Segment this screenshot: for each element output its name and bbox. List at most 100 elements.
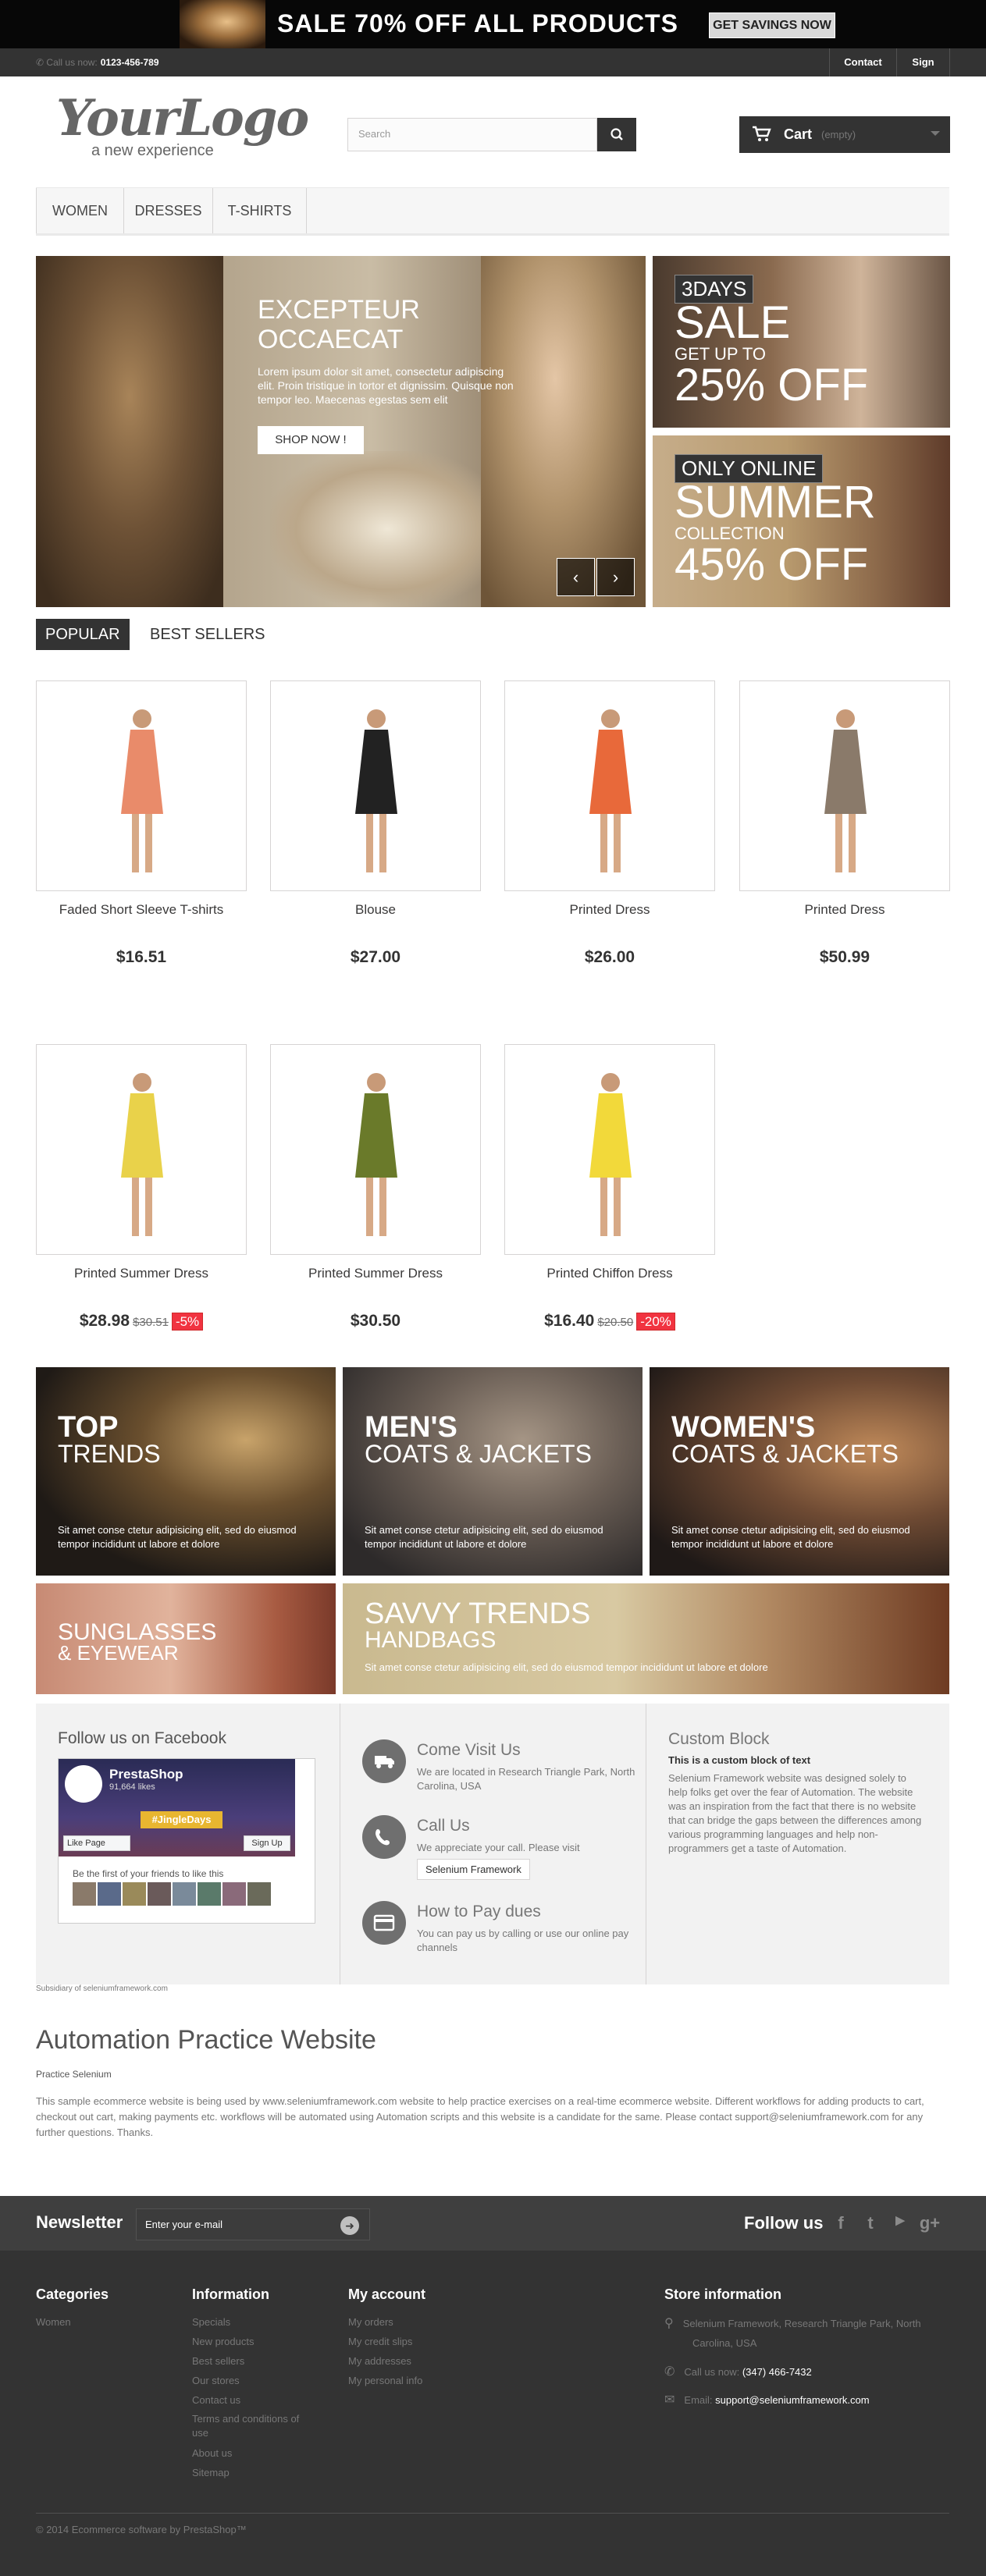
sign-in-link[interactable]: Sign in bbox=[896, 48, 950, 96]
banner-sunglasses[interactable]: SUNGLASSES & EYEWEAR bbox=[36, 1583, 336, 1694]
about-title: Automation Practice Website bbox=[36, 2025, 376, 2055]
promo-banner[interactable]: SALE 70% OFF ALL PRODUCTS GET SAVINGS NO… bbox=[0, 0, 986, 48]
cms-text: We appreciate your call. Please visit bbox=[417, 1842, 580, 1853]
cart-button[interactable]: Cart (empty) bbox=[739, 116, 950, 153]
product-tabs: POPULAR BEST SELLERS bbox=[36, 619, 949, 650]
side-banner-big: SALE bbox=[675, 297, 791, 348]
banner-desc: Sit amet conse ctetur adipisicing elit, … bbox=[365, 1524, 603, 1550]
cart-state: (empty) bbox=[821, 129, 856, 140]
product-name[interactable]: Faded Short Sleeve T-shirts bbox=[36, 902, 247, 918]
get-savings-button[interactable]: GET SAVINGS NOW bbox=[709, 12, 835, 38]
footer-link[interactable]: My credit slips bbox=[348, 2332, 425, 2351]
banner-top-trends[interactable]: TOP TRENDS Sit amet conse ctetur adipisi… bbox=[36, 1367, 336, 1576]
footer-link[interactable]: My personal info bbox=[348, 2371, 425, 2390]
arrow-right-icon: ➜ bbox=[345, 2219, 354, 2232]
newsletter-submit-button[interactable]: ➜ bbox=[340, 2216, 359, 2235]
copyright: © 2014 Ecommerce software by PrestaShop™ bbox=[36, 2524, 247, 2535]
twitter-icon[interactable]: t bbox=[860, 2213, 881, 2235]
search-input[interactable]: Search bbox=[347, 118, 597, 151]
footer-link[interactable]: About us bbox=[192, 2443, 333, 2463]
facebook-page-name: PrestaShop bbox=[109, 1767, 183, 1782]
site-logo[interactable]: YourLogo a new experience bbox=[56, 94, 309, 162]
banner-handbags[interactable]: SAVVY TRENDS HANDBAGS Sit amet conse cte… bbox=[343, 1583, 949, 1694]
tab-best-sellers[interactable]: BEST SELLERS bbox=[141, 619, 274, 650]
shop-now-button[interactable]: SHOP NOW ! bbox=[258, 426, 364, 454]
slider-prev-button[interactable]: ‹ bbox=[557, 558, 595, 596]
friend-avatar bbox=[198, 1882, 221, 1906]
menu-item-dresses[interactable]: DRESSES bbox=[124, 188, 213, 233]
phone-icon bbox=[362, 1815, 406, 1859]
footer-link-women[interactable]: Women bbox=[36, 2312, 109, 2332]
product-image[interactable] bbox=[739, 680, 950, 891]
banner-womens-coats[interactable]: WOMEN'S COATS & JACKETS Sit amet conse c… bbox=[650, 1367, 949, 1576]
product-image[interactable] bbox=[36, 680, 247, 891]
product-old-price: $20.50 bbox=[597, 1316, 634, 1329]
phone-icon: ✆ bbox=[36, 57, 44, 68]
store-email-link[interactable]: support@seleniumframework.com bbox=[715, 2394, 869, 2406]
side-banner-sale[interactable]: 3DAYS SALE GET UP TO 25% OFF bbox=[653, 256, 950, 428]
slider-next-button[interactable]: › bbox=[596, 558, 635, 596]
product-image[interactable] bbox=[270, 680, 481, 891]
friend-avatar bbox=[123, 1882, 146, 1906]
slider-heading: EXCEPTEUR OCCAECAT bbox=[258, 295, 420, 354]
footer-heading: Information bbox=[192, 2286, 269, 2302]
menu-item-women[interactable]: WOMEN bbox=[36, 188, 124, 233]
google-plus-icon[interactable]: g+ bbox=[919, 2213, 941, 2235]
product-name[interactable]: Printed Summer Dress bbox=[36, 1266, 247, 1281]
footer-link[interactable]: New products bbox=[192, 2332, 333, 2351]
menu-item-tshirts[interactable]: T-SHIRTS bbox=[213, 188, 307, 233]
footer-link[interactable]: Terms and conditions of bbox=[192, 2410, 333, 2426]
product-image[interactable] bbox=[504, 680, 715, 891]
footer-link[interactable]: Sitemap bbox=[192, 2463, 333, 2482]
tab-popular[interactable]: POPULAR bbox=[36, 619, 130, 650]
custom-block-text: Selenium Framework website was designed … bbox=[668, 1772, 922, 1854]
selenium-framework-button[interactable]: Selenium Framework bbox=[417, 1859, 530, 1880]
product-name[interactable]: Printed Summer Dress bbox=[270, 1266, 481, 1281]
product-figure bbox=[589, 709, 632, 872]
logo-tagline: a new experience bbox=[91, 142, 214, 159]
footer-link[interactable]: My orders bbox=[348, 2312, 425, 2332]
call-info: ✆ Call us now: 0123-456-789 bbox=[36, 57, 159, 68]
product-price: $50.99 bbox=[819, 948, 870, 966]
footer-link[interactable]: Our stores bbox=[192, 2371, 333, 2390]
youtube-icon[interactable]: ▶ bbox=[889, 2213, 911, 2235]
jingle-days-tag: #JingleDays bbox=[141, 1811, 222, 1828]
product-name[interactable]: Printed Dress bbox=[504, 902, 715, 918]
product-price-row: $16.40 $20.50 -20% bbox=[504, 1312, 715, 1331]
product-image[interactable] bbox=[270, 1044, 481, 1255]
facebook-friends-text: Be the first of your friends to like thi… bbox=[73, 1868, 224, 1879]
discount-badge: -20% bbox=[636, 1313, 675, 1331]
banner-mens-coats[interactable]: MEN'S COATS & JACKETS Sit amet conse cte… bbox=[343, 1367, 643, 1576]
sign-up-button[interactable]: Sign Up bbox=[244, 1835, 290, 1851]
product-name[interactable]: Blouse bbox=[270, 902, 481, 918]
footer-divider bbox=[36, 2513, 949, 2514]
footer-link[interactable]: Specials bbox=[192, 2312, 333, 2332]
product-image[interactable] bbox=[36, 1044, 247, 1255]
slider-flowers-image bbox=[270, 451, 504, 607]
footer-link[interactable]: Contact us bbox=[192, 2390, 333, 2410]
like-page-button[interactable]: Like Page bbox=[63, 1835, 130, 1851]
product-price-row: $50.99 bbox=[739, 948, 950, 967]
cms-text: We are located in Research Triangle Park… bbox=[417, 1766, 635, 1792]
product-figure bbox=[355, 1073, 397, 1236]
product-image[interactable] bbox=[504, 1044, 715, 1255]
facebook-widget[interactable]: PrestaShop 91,664 likes #JingleDays Like… bbox=[58, 1758, 315, 1924]
friend-avatar bbox=[98, 1882, 121, 1906]
homepage-slider[interactable]: EXCEPTEUR OCCAECAT Lorem ipsum dolor sit … bbox=[36, 256, 646, 607]
footer-link[interactable]: My addresses bbox=[348, 2351, 425, 2371]
side-banner-value: 45% OFF bbox=[675, 539, 869, 590]
product-name[interactable]: Printed Chiffon Dress bbox=[504, 1266, 715, 1281]
top-bar: ✆ Call us now: 0123-456-789 Contact us Si… bbox=[0, 48, 986, 96]
store-address-line2: Carolina, USA bbox=[692, 2337, 757, 2349]
facebook-icon[interactable]: f bbox=[830, 2213, 852, 2235]
side-banner-summer[interactable]: ONLY ONLINE SUMMER COLLECTION 45% OFF bbox=[653, 435, 950, 607]
facebook-title: Follow us on Facebook bbox=[58, 1729, 226, 1747]
footer-link[interactable]: use bbox=[192, 2426, 333, 2443]
contact-us-link[interactable]: Contact us bbox=[829, 48, 896, 96]
search-button[interactable] bbox=[597, 118, 636, 151]
phone-icon: ✆ bbox=[664, 2365, 675, 2379]
banner-subtitle: HANDBAGS bbox=[365, 1627, 497, 1653]
footer-link[interactable]: Best sellers bbox=[192, 2351, 333, 2371]
product-name[interactable]: Printed Dress bbox=[739, 902, 950, 918]
newsletter-email-input[interactable]: Enter your e-mail bbox=[136, 2208, 370, 2240]
